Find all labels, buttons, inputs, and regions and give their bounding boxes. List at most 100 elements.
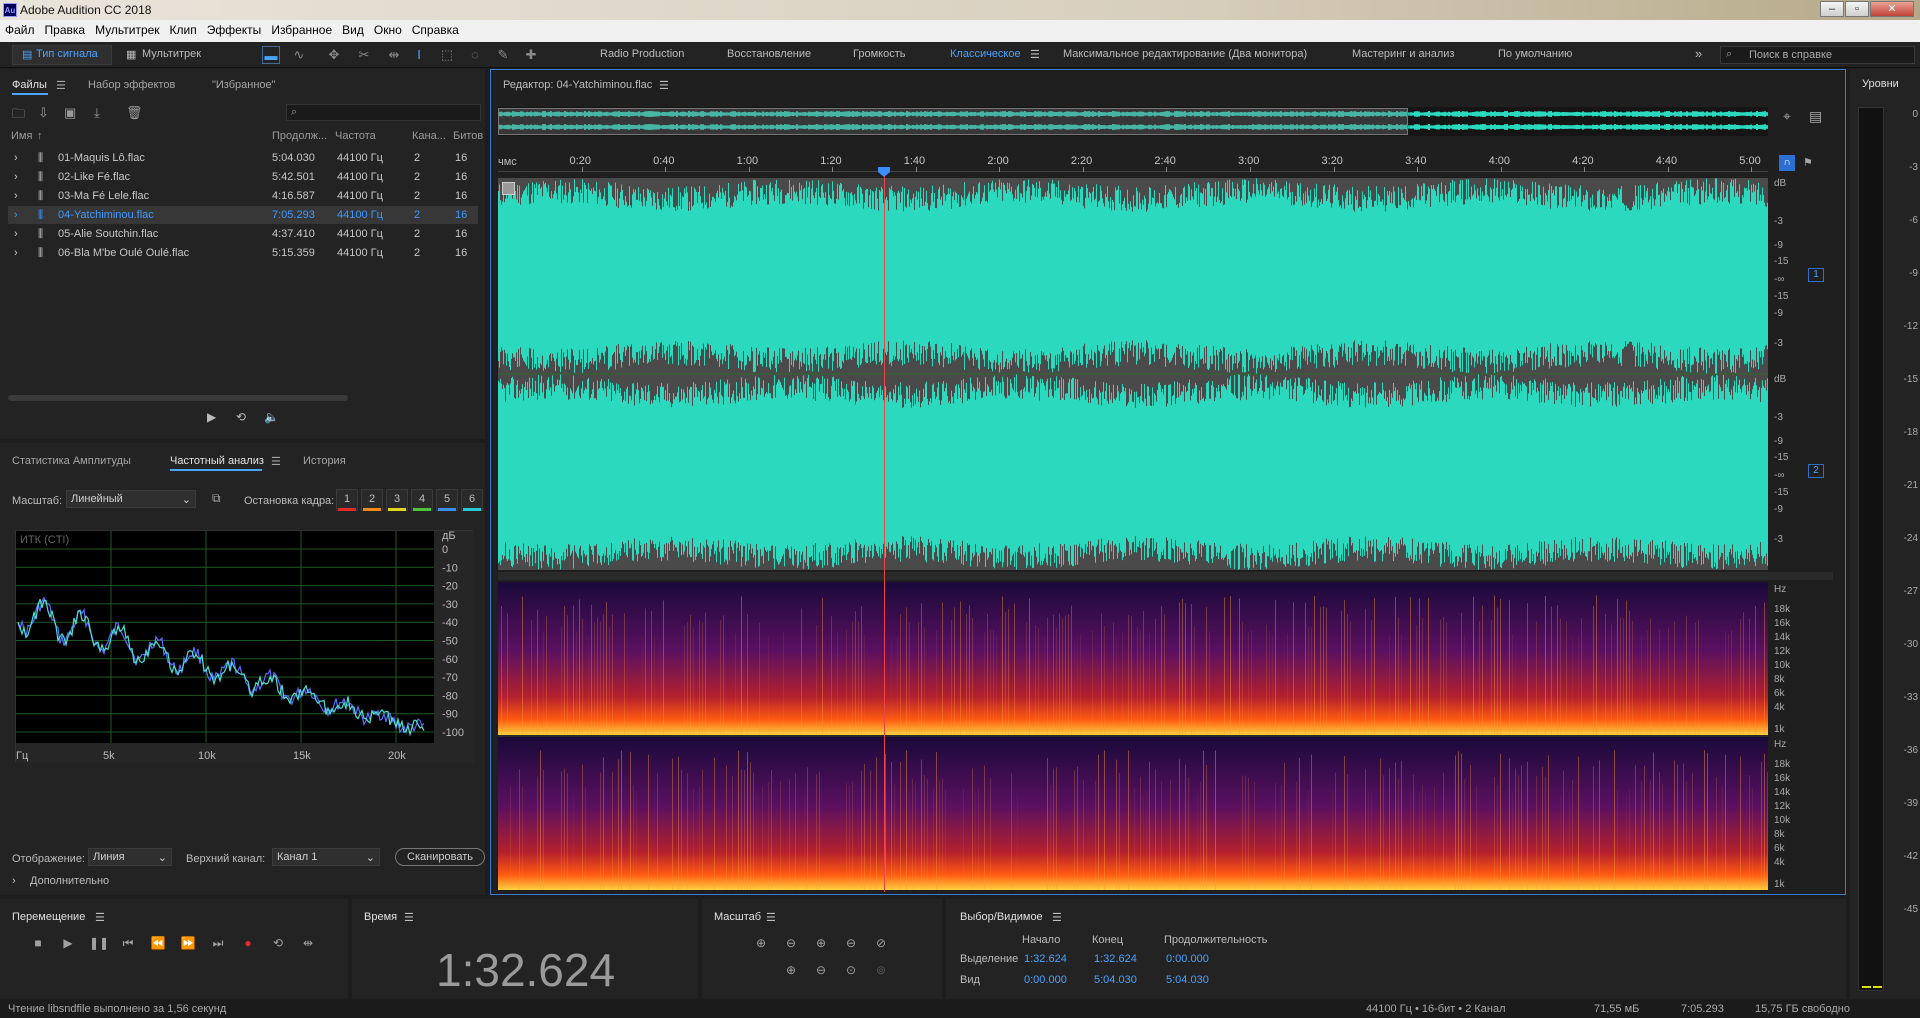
scan-button[interactable]: Сканировать xyxy=(395,848,485,866)
rewind-icon[interactable]: ⏪ xyxy=(149,934,167,952)
display-select[interactable]: Линия ⌄ xyxy=(88,848,172,866)
tab-frequency-analysis[interactable]: Частотный анализ xyxy=(170,455,264,467)
col-rate[interactable]: Частота xyxy=(335,130,376,142)
workspace-default[interactable]: По умолчанию xyxy=(1498,48,1572,60)
more-workspaces-icon[interactable]: » xyxy=(1695,46,1702,61)
waveform-view[interactable] xyxy=(498,178,1768,570)
workspace-max-edit[interactable]: Максимальное редактирование (Два монитор… xyxy=(1063,48,1307,60)
channel-button[interactable]: 2 xyxy=(1808,464,1824,478)
level-meter[interactable] xyxy=(1858,107,1884,991)
multitrack-mode-button[interactable]: Мультитрек xyxy=(142,48,201,60)
import-file-icon[interactable]: ⇩ xyxy=(38,105,49,121)
freeze-slot-button[interactable]: 5 xyxy=(436,489,458,511)
freeze-slot-button[interactable]: 6 xyxy=(461,489,483,511)
razor-tool-icon[interactable]: ✂ xyxy=(355,46,373,64)
tab-files[interactable]: Файлы xyxy=(12,79,47,91)
list-item[interactable]: › ⫼ 03-Ma Fé Lele.flac 4:16.587 44100 Гц 2 16 xyxy=(8,187,478,205)
skip-icon[interactable]: ⇹ xyxy=(299,934,317,952)
hamburger-icon[interactable]: ☰ xyxy=(659,79,669,92)
tab-history[interactable]: История xyxy=(303,455,346,467)
workspace-classic[interactable]: Классическое xyxy=(950,48,1021,60)
play-preview-icon[interactable]: ▶ xyxy=(207,410,216,424)
freeze-slot-button[interactable]: 3 xyxy=(386,489,408,511)
menu-window[interactable]: Окно xyxy=(369,20,407,40)
menu-help[interactable]: Справка xyxy=(407,20,464,40)
close-icon[interactable]: ✕ xyxy=(1870,1,1914,17)
hamburger-icon[interactable]: ☰ xyxy=(95,911,105,924)
selection-start[interactable]: 1:32.624 xyxy=(1024,953,1067,965)
timeline-settings-icon[interactable]: ▤ xyxy=(1809,108,1822,125)
scale-select[interactable]: Линейный ⌄ xyxy=(66,490,196,508)
selection-end[interactable]: 1:32.624 xyxy=(1094,953,1137,965)
zoom-reset-icon[interactable]: ⊚ xyxy=(872,961,890,979)
copy-icon[interactable]: ⧉ xyxy=(212,491,221,506)
stop-icon[interactable]: ■ xyxy=(29,934,47,952)
pitch-display-icon[interactable]: ∿ xyxy=(290,46,308,64)
spectral-view[interactable] xyxy=(498,582,1768,892)
hamburger-icon[interactable]: ☰ xyxy=(766,911,776,924)
autoplay-icon[interactable]: 🔈 xyxy=(264,410,279,424)
list-item[interactable]: › ⫼ 02-Like Fé.flac 5:42.501 44100 Гц 2 16 xyxy=(8,168,478,186)
col-name[interactable]: Имя xyxy=(11,130,32,142)
pause-icon[interactable]: ❚❚ xyxy=(89,934,109,952)
col-channels[interactable]: Кана... xyxy=(412,130,446,142)
tab-amplitude-stats[interactable]: Статистика Амплитуды xyxy=(12,455,131,467)
files-search-input[interactable]: ⌕ xyxy=(286,104,481,121)
hamburger-icon[interactable]: ☰ xyxy=(1052,911,1062,924)
menu-effects[interactable]: Эффекты xyxy=(202,20,267,40)
view-end[interactable]: 5:04.030 xyxy=(1094,974,1137,986)
record-icon[interactable]: ● xyxy=(239,934,257,952)
top-channel-select[interactable]: Канал 1 ⌄ xyxy=(272,848,380,866)
tab-effects-rack[interactable]: Набор эффектов xyxy=(88,79,175,91)
hamburger-icon[interactable]: ☰ xyxy=(271,455,281,468)
playhead-handle-icon[interactable] xyxy=(878,167,890,177)
new-file-icon[interactable]: ▣ xyxy=(64,105,76,121)
freeze-slot-button[interactable]: 4 xyxy=(411,489,433,511)
maximize-icon[interactable]: ▫ xyxy=(1845,1,1869,17)
list-item[interactable]: › ⫼ 04-Yatchiminou.flac 7:05.293 44100 Гц 2 16 xyxy=(8,206,478,224)
marker-icon[interactable]: ⚑ xyxy=(1803,156,1813,169)
loop-preview-icon[interactable]: ⟲ xyxy=(236,410,246,424)
list-item[interactable]: › ⫼ 06-Bla M'be Oulé Oulé.flac 5:15.359 4410… xyxy=(8,244,478,262)
freeze-slot-button[interactable]: 2 xyxy=(361,489,383,511)
lasso-tool-icon[interactable]: ◌ xyxy=(466,46,484,64)
minimize-icon[interactable]: – xyxy=(1820,1,1844,17)
menu-view[interactable]: Вид xyxy=(337,20,369,40)
list-item[interactable]: › ⫼ 05-Alie Soutchin.flac 4:37.410 44100 Гц 2… xyxy=(8,225,478,243)
hamburger-icon[interactable]: ☰ xyxy=(56,79,66,92)
list-item[interactable]: › ⫼ 01-Maquis Lô.flac 5:04.030 44100 Гц 2 16 xyxy=(8,149,478,167)
view-divider[interactable] xyxy=(498,572,1833,580)
go-to-start-icon[interactable]: ⏮ xyxy=(119,934,137,952)
timeline-ruler[interactable]: чмс 0:20 0:40 1:00 1:20 1:40 2:00 2:20 2:40 3:00 3… xyxy=(498,154,1768,172)
menu-clip[interactable]: Клип xyxy=(165,20,202,40)
zoom-in-time-icon[interactable]: ⊕ xyxy=(812,934,830,952)
help-search[interactable]: ⌕ Поиск в справке xyxy=(1720,46,1915,64)
files-scrollbar[interactable] xyxy=(8,395,348,401)
fast-forward-icon[interactable]: ⏩ xyxy=(179,934,197,952)
brush-tool-icon[interactable]: ✎ xyxy=(494,46,512,64)
delete-icon[interactable]: 🗑 xyxy=(126,105,143,121)
zoom-out-point-icon[interactable]: ⊖ xyxy=(812,961,830,979)
zoom-out-full-icon[interactable]: ⊘ xyxy=(872,934,890,952)
selection-duration[interactable]: 0:00.000 xyxy=(1166,953,1209,965)
move-tool-icon[interactable]: ✥ xyxy=(325,46,343,64)
spectral-display-icon[interactable]: ▬ xyxy=(262,46,280,64)
snap-icon[interactable]: ∩ xyxy=(1779,155,1795,171)
go-to-end-icon[interactable]: ⏭ xyxy=(209,934,227,952)
expand-chevron-icon[interactable]: › xyxy=(12,875,16,887)
zoom-selection-icon[interactable]: ⊙ xyxy=(842,961,860,979)
view-start[interactable]: 0:00.000 xyxy=(1024,974,1067,986)
zoom-in-point-icon[interactable]: ⊕ xyxy=(782,961,800,979)
col-bits[interactable]: Битов xyxy=(453,130,483,142)
menu-multitrack[interactable]: Мультитрек xyxy=(90,20,164,40)
hamburger-icon[interactable]: ☰ xyxy=(1030,48,1040,61)
spot-healing-icon[interactable]: ✚ xyxy=(522,46,540,64)
overview-visible-range[interactable] xyxy=(498,108,1408,135)
playhead-line[interactable] xyxy=(884,172,885,892)
open-file-icon[interactable]: 🗀 xyxy=(12,105,25,127)
channel-button[interactable]: 1 xyxy=(1808,268,1824,282)
play-icon[interactable]: ▶ xyxy=(59,934,77,952)
workspace-restoration[interactable]: Восстановление xyxy=(727,48,811,60)
menu-file[interactable]: Файл xyxy=(0,20,40,40)
advanced-toggle[interactable]: Дополнительно xyxy=(30,875,109,887)
